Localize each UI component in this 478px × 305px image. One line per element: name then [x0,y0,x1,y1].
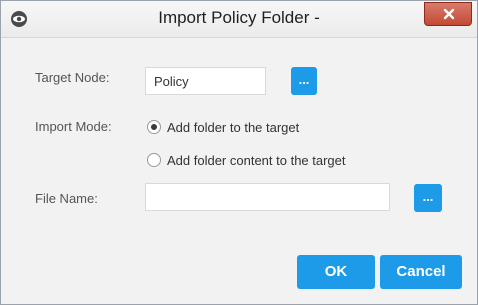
close-icon [443,8,455,20]
file-name-label: File Name: [35,191,98,206]
cancel-button[interactable]: Cancel [380,255,462,289]
radio-add-folder-content[interactable] [147,153,161,167]
file-name-browse-button[interactable]: ... [414,184,442,212]
radio-add-folder[interactable] [147,120,161,134]
file-name-input[interactable] [145,183,390,211]
target-node-input[interactable]: Policy [145,67,266,95]
ok-button[interactable]: OK [297,255,375,289]
radio-add-folder-label[interactable]: Add folder to the target [167,120,299,135]
import-mode-label: Import Mode: [35,119,112,134]
target-node-browse-button[interactable]: ... [291,67,317,95]
radio-add-folder-content-label[interactable]: Add folder content to the target [167,153,346,168]
title-bar[interactable]: Import Policy Folder - [1,1,477,38]
target-node-label: Target Node: [35,70,110,85]
dialog-title: Import Policy Folder - [158,8,320,27]
import-policy-folder-dialog: Import Policy Folder - Target Node: Poli… [0,0,478,305]
close-button[interactable] [424,2,472,26]
